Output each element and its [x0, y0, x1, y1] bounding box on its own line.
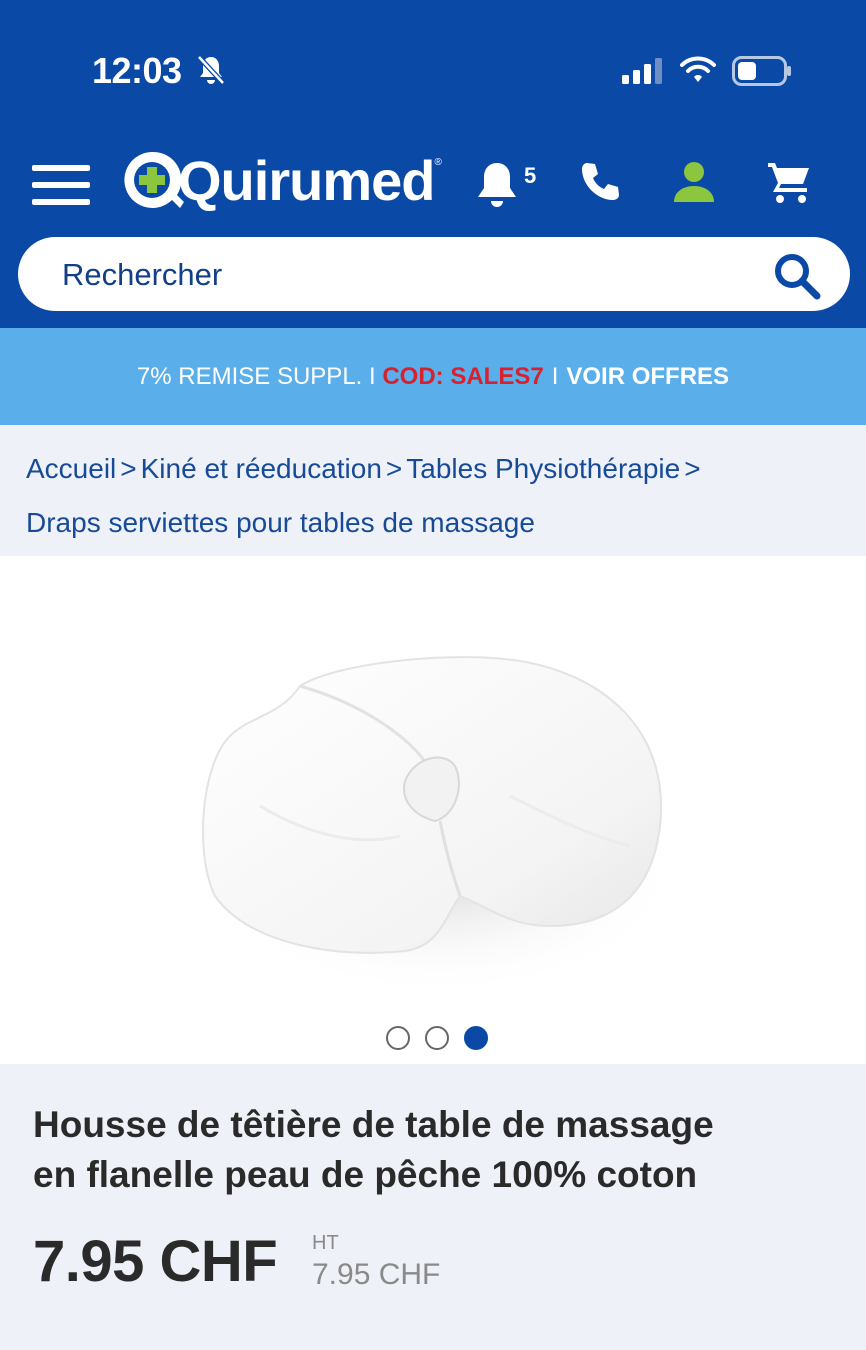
ht-price: 7.95 CHF — [312, 1258, 441, 1291]
user-icon[interactable] — [672, 160, 716, 204]
notification-bell-icon[interactable] — [474, 160, 520, 210]
breadcrumb-item-kine[interactable]: Kiné et réeducation — [141, 453, 382, 484]
product-title: Housse de têtière de table de massage en… — [33, 1100, 833, 1200]
bell-off-icon — [197, 55, 225, 85]
logo-cross-icon — [124, 151, 184, 208]
logo[interactable]: Quirumed ® — [120, 145, 442, 215]
promo-banner[interactable]: 7% REMISE SUPPL. I COD: SALES7 I VOIR OF… — [0, 328, 866, 425]
gallery-dot[interactable] — [425, 1026, 449, 1050]
battery-icon — [732, 56, 791, 86]
cart-icon[interactable] — [766, 160, 812, 204]
gallery-dots — [386, 1026, 488, 1050]
breadcrumb-item-draps[interactable]: Draps serviettes pour tables de massage — [26, 507, 535, 538]
status-time: 12:03 — [92, 50, 182, 91]
breadcrumb-separator: > — [684, 453, 701, 484]
logo-text: Quirumed — [178, 148, 435, 212]
logo-registered: ® — [434, 156, 442, 168]
product-image — [200, 656, 680, 996]
gallery-dot-active[interactable] — [464, 1026, 488, 1050]
notification-count: 5 — [524, 163, 537, 188]
gallery-dot[interactable] — [386, 1026, 410, 1050]
search-input[interactable]: Rechercher — [62, 257, 222, 293]
breadcrumb: Accueil > Kiné et réeducation > Tables Physi… — [26, 442, 846, 550]
header: 12:03 Quirumed ® 5 Rechercher — [0, 0, 866, 328]
menu-button[interactable] — [32, 165, 92, 205]
signal-icon — [622, 58, 662, 84]
search-icon[interactable] — [772, 251, 822, 301]
product-title-line: en flanelle peau de pêche 100% coton — [33, 1154, 698, 1195]
breadcrumb-separator: > — [385, 453, 403, 484]
breadcrumb-item-tables[interactable]: Tables Physiothérapie — [406, 453, 680, 484]
phone-icon[interactable] — [578, 160, 622, 204]
promo-code: COD: SALES7 — [382, 362, 544, 390]
promo-offers-link[interactable]: VOIR OFFRES — [566, 363, 729, 391]
promo-text: 7% REMISE SUPPL. I — [136, 362, 376, 390]
product-gallery[interactable] — [0, 556, 866, 1064]
search-bar[interactable]: Rechercher — [18, 237, 850, 311]
product-title-line: Housse de têtière de table de massage — [33, 1104, 714, 1145]
ht-label: HT — [312, 1232, 339, 1254]
promo-separator: I — [551, 362, 559, 390]
product-price: 7.95 CHF — [33, 1229, 278, 1294]
wifi-icon — [680, 56, 716, 82]
breadcrumb-item-home[interactable]: Accueil — [26, 453, 116, 484]
breadcrumb-separator: > — [120, 453, 137, 484]
